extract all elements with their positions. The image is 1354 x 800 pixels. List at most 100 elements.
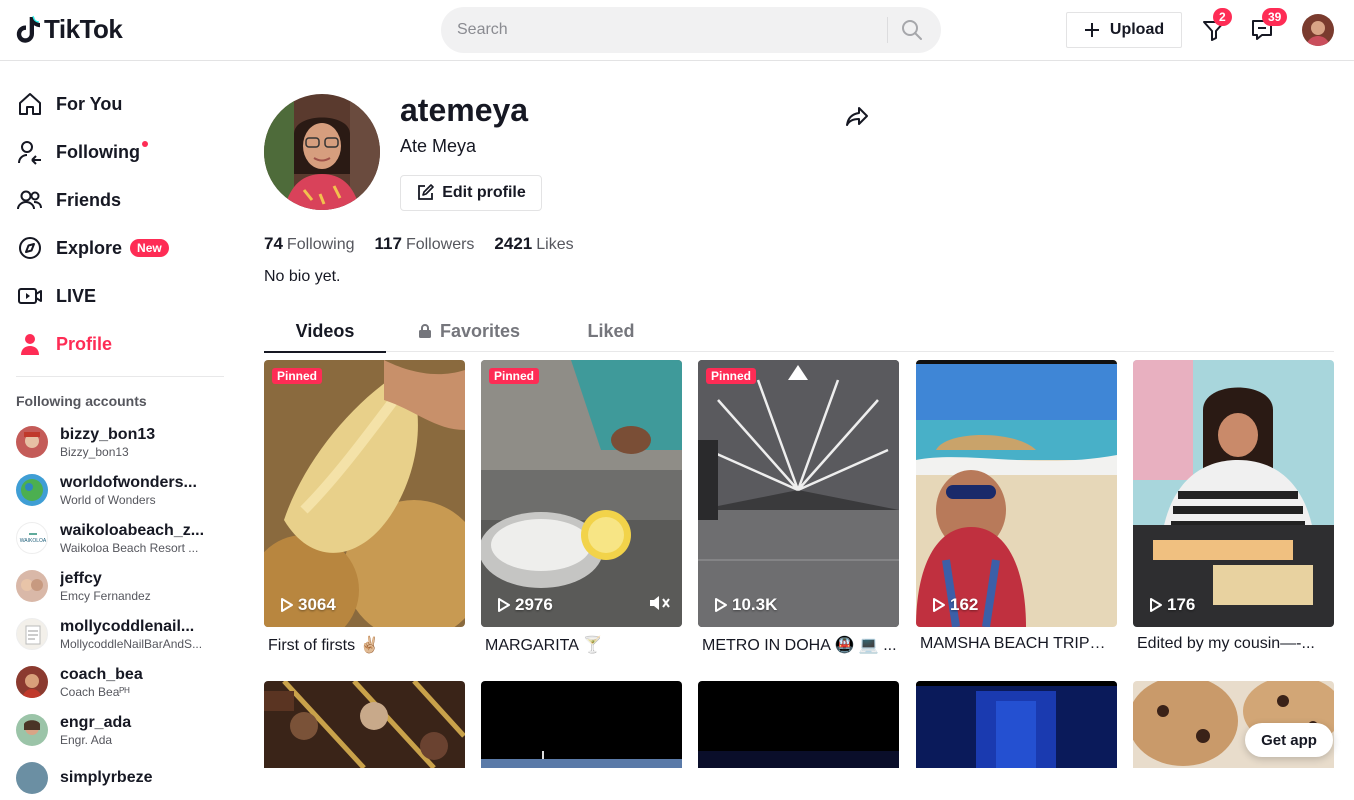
nav-friends[interactable]: Friends (16, 180, 121, 220)
tab-videos[interactable]: Videos (264, 310, 386, 353)
nav-for-you[interactable]: For You (16, 84, 122, 124)
likes-count: 2421 (494, 234, 533, 253)
nav-explore[interactable]: Explore New (16, 228, 169, 268)
account-username: jeffcy (60, 569, 102, 587)
tiktok-logo[interactable]: TikTok (16, 14, 123, 45)
likes-label: Likes (536, 236, 574, 253)
play-icon (933, 598, 945, 612)
upload-button[interactable]: Upload (1066, 12, 1182, 48)
profile-nickname: Ate Meya (400, 136, 477, 156)
video-caption[interactable]: MAMSHA BEACH TRIPPI... (920, 635, 1116, 653)
home-icon (19, 93, 41, 115)
account-name: MollycoddleNailBarAndS... (60, 636, 203, 651)
muted-icon[interactable] (648, 593, 672, 613)
account-item[interactable]: coach_bea Coach Beaᴾᴴ (16, 660, 226, 704)
nav-label: Explore (56, 237, 123, 258)
profile-stats: 74 Following 117 Followers 2421 Likes (264, 234, 574, 254)
video-caption[interactable]: Edited by my cousin—-... (1137, 635, 1333, 653)
notification-dot (141, 141, 148, 147)
likes-stat: 2421 Likes (494, 234, 573, 254)
profile-bio: No bio yet. (264, 268, 341, 285)
video-card[interactable]: Pinned 10.3K (698, 360, 899, 627)
new-badge: New (130, 239, 169, 257)
profile-icon (21, 334, 39, 355)
avatar (16, 474, 48, 506)
avatar (16, 666, 48, 698)
live-icon (18, 288, 42, 304)
sidebar: For You Following Friends Explore New LI… (0, 61, 240, 794)
view-count: 162 (932, 595, 978, 615)
account-username: mollycoddlenail... (60, 617, 195, 635)
video-caption[interactable]: First of firsts ✌🏼 (268, 635, 464, 655)
edit-icon (418, 184, 435, 200)
avatar (16, 426, 48, 458)
nav-label: For You (56, 93, 123, 114)
account-item[interactable]: simplyrbeze (16, 756, 226, 800)
video-card[interactable] (264, 681, 465, 768)
profile-username: atemeya (400, 92, 529, 128)
tab-label: Favorites (439, 320, 521, 341)
view-count-text: 176 (1167, 595, 1196, 614)
video-caption[interactable]: MARGARITA 🍸 (485, 635, 681, 655)
following-stat[interactable]: 74 Following (264, 234, 355, 254)
followers-stat[interactable]: 117 Followers (375, 234, 475, 254)
video-thumbnail (264, 681, 465, 768)
tab-underline (264, 351, 386, 353)
video-card[interactable]: 162 (916, 360, 1117, 627)
search-input[interactable] (457, 7, 877, 53)
video-card[interactable]: Pinned 2976 (481, 360, 682, 627)
account-item[interactable]: WAIKOLOA waikoloabeach_z... Waikoloa Beac… (16, 516, 226, 560)
account-item[interactable]: jeffcy Emcy Fernandez (16, 564, 226, 608)
view-count: 10.3K (714, 595, 777, 615)
account-item[interactable]: bizzy_bon13 Bizzy_bon13 (16, 420, 226, 464)
account-username: coach_bea (60, 665, 143, 683)
video-card[interactable]: Pinned 3064 (264, 360, 465, 627)
tab-label: Videos (295, 320, 355, 341)
followers-label: Followers (405, 236, 475, 253)
video-card[interactable] (481, 681, 682, 768)
sidebar-divider (16, 376, 224, 377)
account-name: Engr. Ada (60, 732, 113, 747)
account-username: engr_ada (60, 713, 132, 731)
video-thumbnail (1133, 360, 1334, 627)
account-item[interactable]: worldofwonders... World of Wonders (16, 468, 226, 512)
video-card[interactable] (698, 681, 899, 768)
following-icon (18, 141, 41, 165)
following-label: Following (286, 236, 355, 253)
video-thumbnail (916, 681, 1117, 768)
get-app-button[interactable]: Get app (1245, 723, 1333, 757)
compass-icon (19, 237, 41, 259)
pinned-badge: Pinned (272, 368, 323, 384)
nav-following[interactable]: Following (16, 132, 148, 172)
profile-avatar[interactable] (264, 94, 380, 210)
account-item[interactable]: engr_ada Engr. Ada (16, 708, 226, 752)
video-card[interactable] (916, 681, 1117, 768)
profile-tabs: Videos Favorites Liked (264, 310, 1334, 353)
nav-profile[interactable]: Profile (16, 324, 112, 364)
following-accounts-title: Following accounts (16, 393, 147, 409)
inbox-badge: 2 (1213, 8, 1232, 26)
avatar (16, 762, 48, 794)
search-icon[interactable] (899, 18, 925, 42)
edit-profile-button[interactable]: Edit profile (400, 175, 542, 211)
nav-label: Profile (56, 333, 113, 354)
account-item[interactable]: mollycoddlenail... MollycoddleNailBarAndS… (16, 612, 226, 656)
tab-liked[interactable]: Liked (550, 310, 672, 352)
tab-favorites[interactable]: Favorites (408, 310, 530, 352)
nav-live[interactable]: LIVE (16, 276, 96, 316)
nav-label: Following (56, 141, 140, 162)
video-card[interactable]: 176 (1133, 360, 1334, 627)
following-count: 74 (264, 234, 283, 253)
search-bar (441, 7, 941, 53)
svg-text:WAIKOLOA: WAIKOLOA (20, 538, 47, 544)
video-caption[interactable]: METRO IN DOHA 🚇 💻 ... (702, 635, 898, 655)
user-avatar[interactable] (1302, 14, 1334, 46)
tiktok-logo-icon (16, 15, 40, 43)
followers-count: 117 (374, 234, 402, 253)
view-count: 2976 (497, 595, 553, 615)
plus-icon (1084, 23, 1099, 37)
share-icon[interactable] (844, 103, 870, 129)
avatar: WAIKOLOA (16, 522, 48, 554)
account-username: worldofwonders... (60, 473, 197, 491)
video-thumbnail (481, 681, 682, 768)
